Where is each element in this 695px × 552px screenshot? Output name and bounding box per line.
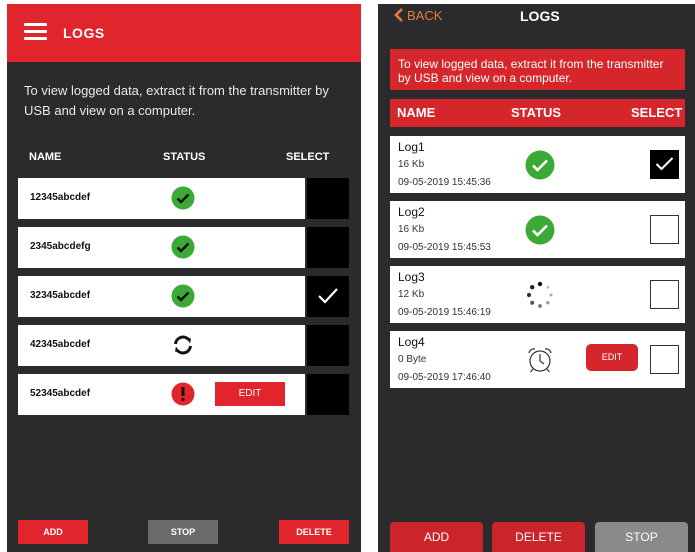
column-header-status: STATUS	[163, 151, 206, 163]
select-toggle[interactable]	[307, 374, 349, 415]
alarm-clock-icon	[528, 348, 552, 373]
edit-button[interactable]: EDIT	[586, 344, 638, 371]
log-name: Log2	[398, 205, 425, 219]
log-size: 16 Kb	[398, 159, 425, 170]
column-header-name: NAME	[29, 151, 62, 163]
select-checkbox[interactable]	[650, 280, 679, 309]
log-name: 52345abcdef	[30, 388, 91, 399]
log-name: 32345abcdef	[30, 290, 91, 301]
select-toggle[interactable]	[307, 178, 349, 219]
select-checkbox[interactable]	[650, 215, 679, 244]
page-title: LOGS	[520, 8, 560, 24]
column-header-name: NAME	[397, 105, 436, 120]
log-size: 16 Kb	[398, 224, 425, 235]
column-header-status: STATUS	[511, 105, 562, 120]
chevron-left-icon	[394, 8, 403, 22]
success-icon	[171, 186, 195, 210]
log-name: 12345abcdef	[30, 192, 91, 203]
log-date: 09-05-2019 15:46:19	[398, 307, 491, 318]
select-toggle-checked[interactable]	[307, 276, 349, 317]
log-name: 42345abcdef	[30, 339, 91, 350]
log-row[interactable]: Log2 16 Kb 09-05-2019 15:45:53	[390, 201, 685, 258]
select-checkbox-checked[interactable]	[650, 150, 679, 179]
column-header-select: SELECT	[286, 151, 330, 163]
log-size: 12 Kb	[398, 289, 425, 300]
loading-spinner-icon	[526, 281, 553, 308]
back-button[interactable]: BACK	[394, 8, 442, 23]
page-title: LOGS	[63, 25, 105, 41]
right-screen: BACK LOGS To view logged data, extract i…	[378, 4, 695, 552]
menu-icon[interactable]	[24, 23, 47, 41]
left-screen: LOGS To view logged data, extract it fro…	[7, 4, 361, 552]
sync-icon	[174, 335, 192, 355]
log-name: Log1	[398, 140, 425, 154]
log-name: Log4	[398, 335, 425, 349]
checkmark-icon	[318, 288, 338, 304]
log-name: 2345abcdefg	[30, 241, 91, 252]
log-row[interactable]: Log1 16 Kb 09-05-2019 15:45:36	[390, 136, 685, 193]
back-label: BACK	[407, 8, 443, 23]
log-date: 09-05-2019 15:45:36	[398, 177, 491, 188]
info-text: To view logged data, extract it from the…	[24, 83, 329, 118]
error-icon	[171, 382, 195, 406]
log-date: 09-05-2019 15:45:53	[398, 242, 491, 253]
select-checkbox[interactable]	[650, 345, 679, 374]
log-row[interactable]: 42345abcdef	[18, 325, 305, 366]
log-row[interactable]: Log3 12 Kb 09-05-2019 15:46:19	[390, 266, 685, 323]
add-button[interactable]: ADD	[18, 520, 88, 544]
stop-button[interactable]: STOP	[148, 520, 218, 544]
success-icon	[171, 284, 195, 308]
log-row[interactable]: Log4 0 Byte 09-05-2019 17:46:40 EDIT	[390, 331, 685, 388]
success-icon	[525, 150, 555, 180]
delete-button[interactable]: DELETE	[492, 522, 585, 552]
log-row[interactable]: 12345abcdef	[18, 178, 305, 219]
success-icon	[525, 215, 555, 245]
column-header-select: SELECT	[631, 105, 683, 120]
log-row[interactable]: 52345abcdef EDIT	[18, 374, 305, 415]
log-size: 0 Byte	[398, 354, 427, 365]
log-row[interactable]: 2345abcdefg	[18, 227, 305, 268]
log-row[interactable]: 32345abcdef	[18, 276, 305, 317]
success-icon	[171, 235, 195, 259]
delete-button[interactable]: DELETE	[279, 520, 349, 544]
edit-button[interactable]: EDIT	[215, 382, 285, 406]
select-toggle[interactable]	[307, 227, 349, 268]
add-button[interactable]: ADD	[390, 522, 483, 552]
checkmark-icon	[655, 157, 674, 171]
info-banner: To view logged data, extract it from the…	[390, 49, 685, 90]
column-header-bar: NAME STATUS SELECT	[390, 99, 685, 127]
stop-button[interactable]: STOP	[595, 522, 688, 552]
log-name: Log3	[398, 270, 425, 284]
log-date: 09-05-2019 17:46:40	[398, 372, 491, 383]
header-bar: LOGS	[7, 4, 361, 62]
select-toggle[interactable]	[307, 325, 349, 366]
